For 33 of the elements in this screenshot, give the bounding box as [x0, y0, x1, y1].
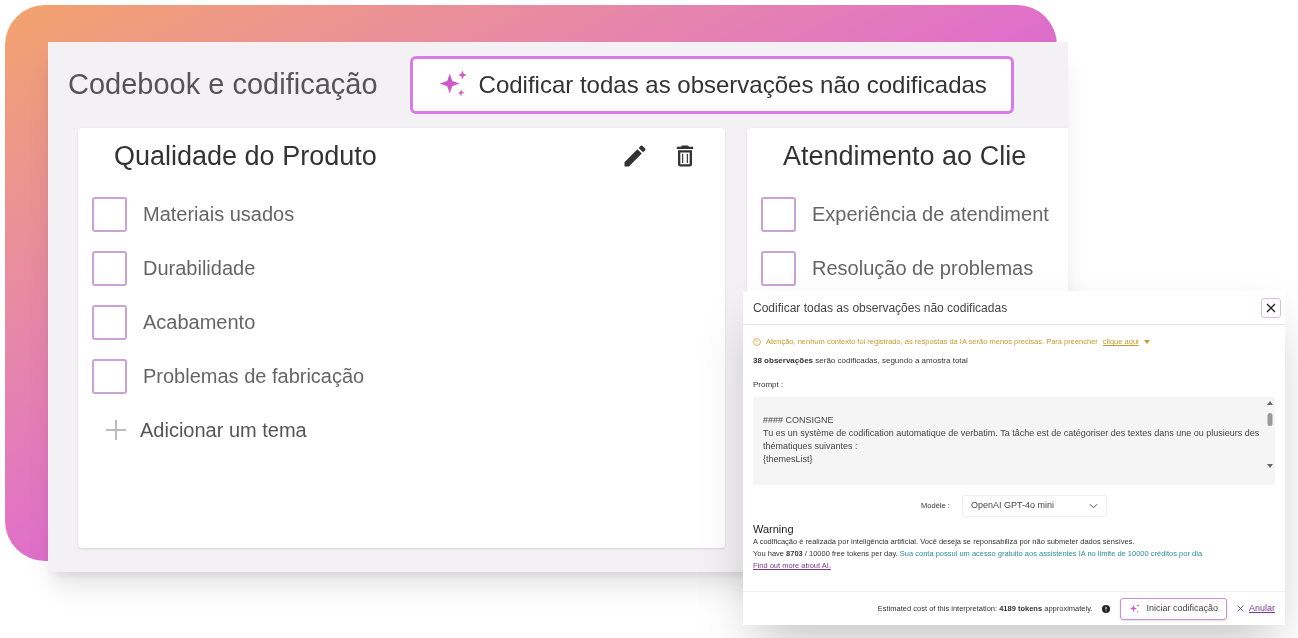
sparkle-icon	[1129, 602, 1142, 615]
code-all-button[interactable]: Codificar todas as observações não codificadas	[409, 56, 1014, 114]
code-label: Problemas de fabricação	[143, 364, 365, 389]
checkbox[interactable]	[92, 358, 127, 394]
info-icon	[753, 338, 761, 346]
start-coding-button[interactable]: Iniciar codificação	[1120, 597, 1227, 620]
checkbox[interactable]	[92, 250, 127, 286]
warning-heading: Warning	[753, 523, 795, 536]
code-label: Resolução de problemas	[812, 256, 1034, 281]
prompt-label: Prompt :	[753, 379, 785, 391]
checkbox[interactable]	[92, 304, 127, 340]
checkbox[interactable]	[761, 250, 796, 286]
theme-title: Atendimento ao Clie	[782, 139, 1028, 173]
dialog-title: Codificar todas as observações não codificadas	[753, 299, 1008, 317]
info-icon	[1102, 604, 1111, 613]
close-icon	[1266, 302, 1276, 313]
chevron-down-icon	[1088, 503, 1098, 509]
checkbox[interactable]	[761, 196, 796, 232]
close-button[interactable]	[1261, 297, 1281, 318]
checkbox[interactable]	[92, 196, 127, 232]
cancel-button[interactable]: Anular	[1237, 601, 1275, 616]
model-dropdown[interactable]: OpenAI GPT-4o mini	[961, 495, 1107, 517]
observation-count: 38 observações serão codificadas, segundo a amostra total	[753, 355, 969, 367]
code-label: Acabamento	[143, 310, 256, 335]
plus-icon	[104, 418, 128, 442]
code-label: Durabilidade	[143, 256, 256, 281]
page-title: Codebook e codificação	[68, 67, 378, 103]
add-theme-button[interactable]: Adicionar um tema	[92, 412, 307, 448]
code-label: Experiência de atendiment	[812, 202, 1049, 227]
code-label: Materiais usados	[143, 202, 295, 227]
close-icon	[1237, 605, 1244, 612]
caret-icon	[1143, 340, 1150, 344]
theme-title: Qualidade do Produto	[113, 139, 378, 173]
